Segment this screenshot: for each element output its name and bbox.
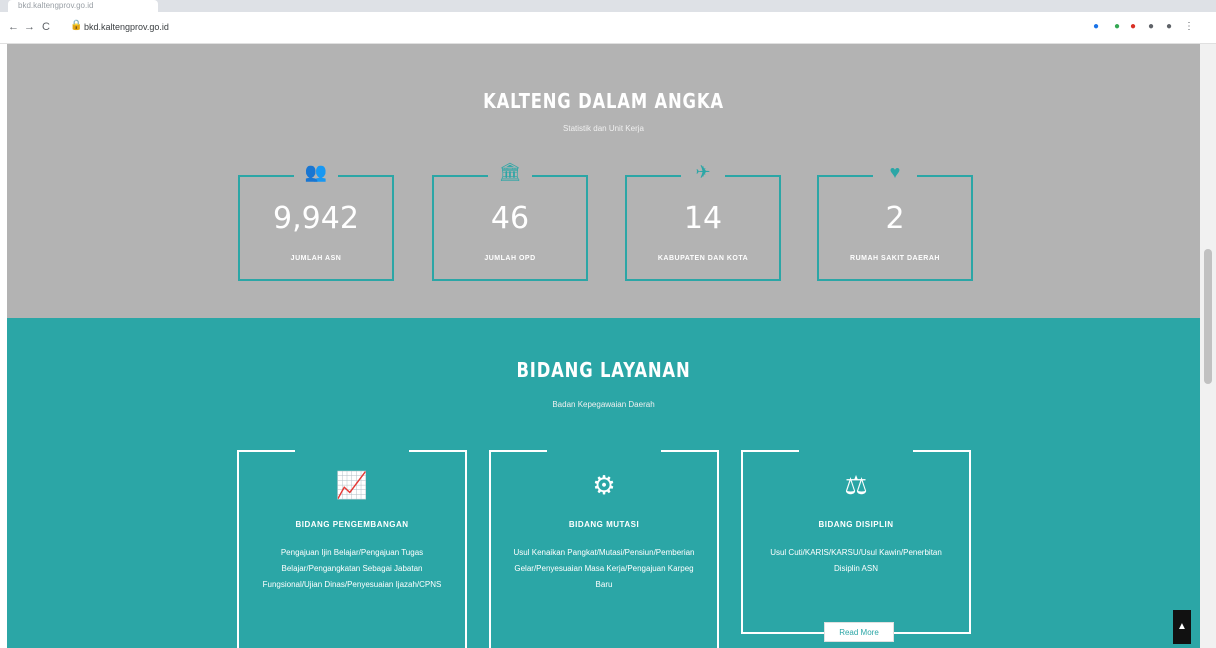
chart-line-icon: 📈	[335, 470, 369, 500]
services-title: BIDANG LAYANAN	[516, 358, 691, 382]
page-content: KALTENG DALAM ANGKA Statistik dan Unit K…	[7, 44, 1200, 648]
heartbeat-icon: ♥	[889, 162, 901, 182]
back-to-top-button[interactable]: ▲	[1173, 610, 1191, 644]
stat-label: KABUPATEN DAN KOTA	[657, 255, 749, 262]
stat-card-rumah-sakit: ♥ 2 RUMAH SAKIT DAERAH	[817, 162, 973, 281]
service-description: Usul Kenaikan Pangkat/Mutasi/Pensiun/Pem…	[513, 548, 695, 589]
stat-label: JUMLAH ASN	[290, 255, 342, 262]
service-card-pengembangan[interactable]: 📈 BIDANG PENGEMBANGAN Pengajuan Ijin Bel…	[237, 450, 467, 648]
read-more-button[interactable]: Read More	[824, 622, 894, 642]
page-scrollbar[interactable]	[1200, 44, 1216, 648]
browser-tab-title: bkd.kaltengprov.go.id	[18, 1, 94, 10]
building-icon: 🏛	[498, 162, 522, 182]
scrollbar-thumb[interactable]	[1204, 249, 1212, 384]
stats-subtitle: Statistik dan Unit Kerja	[563, 124, 644, 133]
stats-title: KALTENG DALAM ANGKA	[483, 89, 724, 113]
stat-number: 46	[490, 201, 530, 236]
service-description: Pengajuan Ijin Belajar/Pengajuan Tugas B…	[262, 548, 442, 589]
stat-label: RUMAH SAKIT DAERAH	[850, 255, 940, 262]
stat-number: 2	[885, 201, 905, 236]
cogs-icon: ⚙	[592, 470, 616, 500]
stats-section: KALTENG DALAM ANGKA Statistik dan Unit K…	[7, 44, 1200, 318]
service-name: BIDANG MUTASI	[568, 520, 640, 529]
users-icon: 👥	[304, 162, 328, 182]
extension-icon[interactable]: ●	[1114, 21, 1120, 33]
service-description: Usul Cuti/KARIS/KARSU/Usul Kawin/Penerbi…	[770, 548, 942, 573]
forward-icon[interactable]: →	[24, 21, 35, 33]
services-section: BIDANG LAYANAN Badan Kepegawaian Daerah …	[7, 318, 1200, 648]
extension-icon[interactable]: ●	[1093, 21, 1099, 33]
services-subtitle: Badan Kepegawaian Daerah	[552, 400, 655, 409]
back-icon[interactable]: ←	[8, 21, 19, 33]
balance-scale-icon: ⚖	[844, 470, 868, 500]
lock-icon[interactable]: 🔒	[70, 20, 82, 31]
extension-icon[interactable]: ●	[1148, 21, 1154, 33]
browser-tab[interactable]: bkd.kaltengprov.go.id	[8, 0, 158, 12]
stat-card-asn: 👥 9,942 JUMLAH ASN	[238, 162, 394, 281]
profile-icon[interactable]: ●	[1166, 21, 1172, 33]
menu-icon[interactable]: ⋮	[1184, 21, 1194, 33]
browser-tab-strip: bkd.kaltengprov.go.id	[0, 0, 1216, 12]
stat-label: JUMLAH OPD	[484, 255, 536, 262]
stat-number: 14	[683, 201, 723, 236]
extension-icon[interactable]: ●	[1130, 21, 1136, 33]
service-card-mutasi[interactable]: ⚙ BIDANG MUTASI Usul Kenaikan Pangkat/Mu…	[489, 450, 719, 648]
reload-icon[interactable]: C	[42, 21, 50, 33]
service-name: BIDANG DISIPLIN	[818, 520, 894, 529]
stat-card-kabupaten: ✈ 14 KABUPATEN DAN KOTA	[625, 162, 781, 281]
browser-toolbar: ← → C 🔒 bkd.kaltengprov.go.id ● ● ● ● ● …	[0, 12, 1216, 44]
stat-number: 9,942	[273, 201, 359, 236]
address-bar[interactable]: bkd.kaltengprov.go.id	[84, 22, 169, 32]
service-name: BIDANG PENGEMBANGAN	[295, 520, 409, 529]
stat-card-opd: 🏛 46 JUMLAH OPD	[432, 162, 588, 281]
plane-icon: ✈	[695, 162, 711, 182]
service-card-disiplin[interactable]: ⚖ BIDANG DISIPLIN Usul Cuti/KARIS/KARSU/…	[741, 450, 971, 642]
